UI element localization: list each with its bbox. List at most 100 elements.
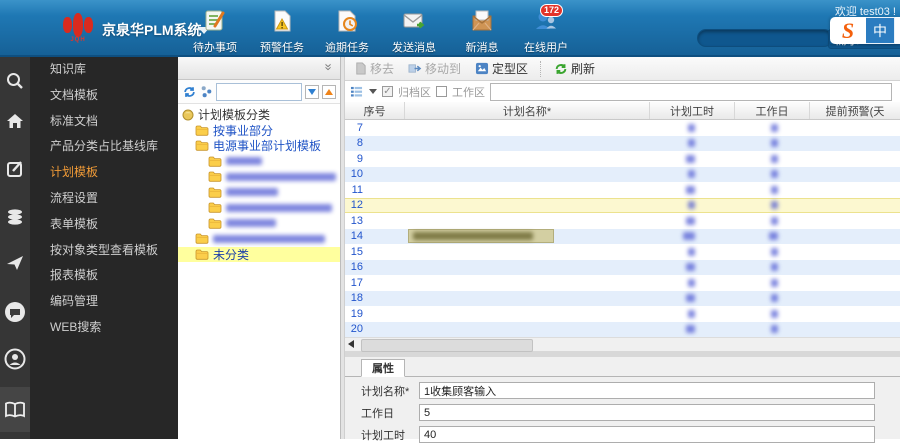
table-row-7[interactable]: 7 bbox=[345, 120, 900, 136]
plan-name-input[interactable] bbox=[419, 382, 875, 399]
tree-node-电源事业部计划模板[interactable]: 电源事业部计划模板 bbox=[178, 138, 340, 154]
topbar-item-label: 待办事项 bbox=[193, 42, 237, 54]
table-row-12[interactable]: 12 bbox=[345, 197, 900, 213]
topbar-item-3[interactable]: 逾期任务 bbox=[318, 8, 376, 55]
topbar-item-label: 新消息 bbox=[465, 42, 499, 54]
tree-node-label: 按事业部分 bbox=[213, 123, 274, 138]
tree-node-redacted[interactable] bbox=[178, 231, 340, 247]
sidebar-item-3[interactable]: 标准文档 bbox=[30, 109, 178, 135]
hierarchy-icon[interactable] bbox=[200, 85, 213, 98]
ime-toolbar[interactable]: S 中 bbox=[830, 17, 900, 44]
redacted-work-days bbox=[771, 325, 778, 334]
work-days-input[interactable] bbox=[419, 404, 875, 421]
table-row-17[interactable]: 17 bbox=[345, 275, 900, 291]
home-icon[interactable] bbox=[3, 109, 27, 133]
redacted-work-days bbox=[771, 247, 778, 256]
tree-node-redacted[interactable] bbox=[178, 216, 340, 232]
collapse-panel-icon[interactable]: » bbox=[321, 63, 336, 70]
archive-area-label: 归档区 bbox=[398, 86, 431, 99]
redacted-plan-hours bbox=[686, 216, 695, 225]
tree-node-未分类[interactable]: 未分类 bbox=[178, 246, 340, 262]
support-agent-icon[interactable] bbox=[3, 347, 27, 371]
sidebar-item-10[interactable]: 编码管理 bbox=[30, 289, 178, 315]
sidebar-item-1[interactable]: 知识库 bbox=[30, 57, 178, 83]
table-row-19[interactable]: 19 bbox=[345, 306, 900, 322]
table-row-16[interactable]: 16 bbox=[345, 259, 900, 275]
tree-node-redacted[interactable] bbox=[178, 169, 340, 185]
redacted-plan-hours bbox=[686, 263, 695, 272]
scroll-left-icon[interactable] bbox=[348, 340, 354, 348]
refresh-tree-icon[interactable] bbox=[182, 85, 197, 99]
sidebar-item-4[interactable]: 产品分类占比基线库 bbox=[30, 134, 178, 160]
sidebar-item-2[interactable]: 文档模板 bbox=[30, 83, 178, 109]
sidebar-item-7[interactable]: 表单模板 bbox=[30, 212, 178, 238]
tree-node-redacted[interactable] bbox=[178, 185, 340, 201]
topbar-item-6[interactable]: 172 在线用户 bbox=[517, 4, 575, 55]
move-to-button[interactable]: 移动到 bbox=[403, 59, 466, 78]
topbar-item-4[interactable]: 发送消息 bbox=[385, 8, 443, 55]
tree-filter-input[interactable] bbox=[216, 82, 302, 101]
filter-up-button[interactable] bbox=[322, 84, 336, 99]
book-icon[interactable] bbox=[0, 387, 30, 432]
redacted-work-days bbox=[769, 232, 778, 241]
col-header-name[interactable]: 计划名称* bbox=[405, 102, 650, 119]
ime-tail bbox=[895, 17, 900, 44]
edit-icon[interactable] bbox=[3, 157, 27, 181]
col-header-hours[interactable]: 计划工时 bbox=[650, 102, 735, 119]
sidebar-item-8[interactable]: 按对象类型查看模板 bbox=[30, 238, 178, 264]
col-header-warning[interactable]: 提前预警(天 bbox=[810, 102, 900, 119]
remove-button[interactable]: 移去 bbox=[349, 59, 399, 78]
table-row-18[interactable]: 18 bbox=[345, 290, 900, 306]
fixed-area-button[interactable]: 定型区 bbox=[470, 59, 533, 78]
chat-bubble-icon[interactable] bbox=[3, 300, 27, 324]
send-plane-icon[interactable] bbox=[3, 251, 27, 275]
table-row-13[interactable]: 13 bbox=[345, 213, 900, 229]
row-index: 11 bbox=[351, 183, 363, 196]
table-row-15[interactable]: 15 bbox=[345, 244, 900, 260]
row-index: 13 bbox=[350, 214, 363, 227]
sidebar-item-5[interactable]: 计划模板 bbox=[30, 160, 178, 186]
sidebar-item-6[interactable]: 流程设置 bbox=[30, 186, 178, 212]
topbar-item-1[interactable]: 待办事项 bbox=[186, 8, 244, 55]
search-knowledge-icon[interactable] bbox=[3, 69, 27, 93]
archive-area-checkbox[interactable]: ✓ bbox=[382, 86, 393, 97]
col-header-days[interactable]: 工作日 bbox=[735, 102, 810, 119]
work-area-label: 工作区 bbox=[452, 86, 485, 99]
tree-node-按事业部分[interactable]: 按事业部分 bbox=[178, 123, 340, 139]
topbar-item-2[interactable]: 预警任务 bbox=[253, 8, 311, 55]
tab-properties[interactable]: 属性 bbox=[361, 359, 405, 377]
col-header-index[interactable]: 序号 bbox=[345, 102, 405, 119]
global-search-input[interactable] bbox=[697, 29, 833, 47]
table-row-8[interactable]: 8 bbox=[345, 135, 900, 151]
table-row-10[interactable]: 10 bbox=[345, 166, 900, 182]
tree-root-node[interactable]: 计划模板分类 bbox=[178, 107, 340, 123]
horizontal-scrollbar[interactable] bbox=[345, 337, 900, 352]
refresh-button[interactable]: 刷新 bbox=[549, 59, 600, 78]
redacted-text bbox=[226, 203, 332, 212]
filter-down-button[interactable] bbox=[305, 84, 319, 99]
ime-mode-indicator[interactable]: 中 bbox=[866, 17, 895, 44]
sidebar-item-9[interactable]: 报表模板 bbox=[30, 263, 178, 289]
logo-text: JQH bbox=[70, 37, 86, 43]
list-filter-input[interactable] bbox=[490, 82, 892, 101]
plan-list-panel: 移去 移动到 定型区 刷新 ✓ 归档区 工作区 序号 计划名称* 计划工时 工作… bbox=[345, 57, 900, 443]
plan-hours-input[interactable] bbox=[419, 426, 875, 443]
work-area-checkbox[interactable] bbox=[436, 86, 447, 97]
table-row-11[interactable]: 11 bbox=[345, 182, 900, 198]
redacted-work-days bbox=[771, 309, 778, 318]
scrollbar-thumb[interactable] bbox=[361, 339, 533, 352]
database-icon[interactable] bbox=[3, 205, 27, 229]
list-toolbar: 移去 移动到 定型区 刷新 bbox=[345, 57, 900, 81]
topbar-item-5[interactable]: 新消息 bbox=[453, 8, 511, 55]
row-index: 8 bbox=[356, 137, 363, 150]
sidebar-item-11[interactable]: WEB搜索 bbox=[30, 315, 178, 341]
list-view-dropdown-icon[interactable] bbox=[369, 89, 377, 94]
redacted-text bbox=[226, 188, 278, 197]
redacted-work-days bbox=[771, 201, 778, 210]
redacted-plan-hours bbox=[686, 294, 695, 303]
tree-node-redacted[interactable] bbox=[178, 154, 340, 170]
list-view-icon[interactable] bbox=[350, 86, 363, 98]
tree-node-redacted[interactable] bbox=[178, 200, 340, 216]
table-row-9[interactable]: 9 bbox=[345, 151, 900, 167]
table-row-20[interactable]: 20 bbox=[345, 321, 900, 337]
